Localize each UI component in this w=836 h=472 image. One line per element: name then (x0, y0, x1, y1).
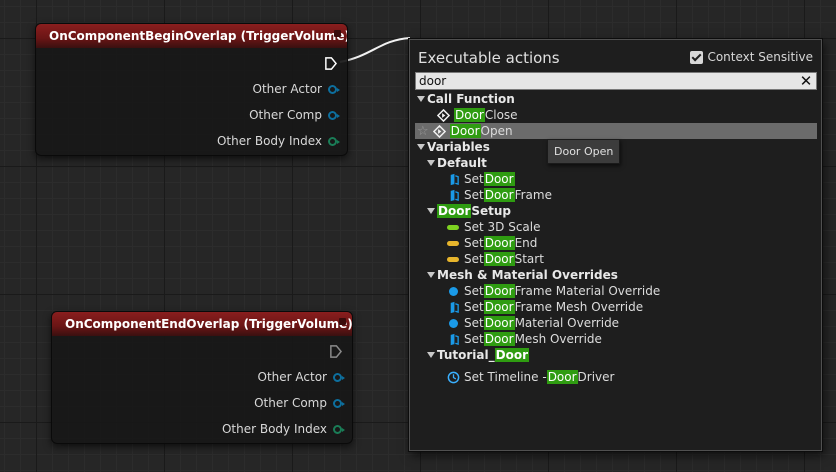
expand-triangle-icon[interactable] (417, 144, 425, 150)
category-call-function[interactable]: Call Function (415, 91, 817, 107)
vector-pill-icon (447, 256, 459, 262)
pin-other-comp[interactable]: Other Comp (254, 396, 345, 410)
pin-other-comp[interactable]: Other Comp (249, 108, 340, 122)
action-set-door-frame-material-override[interactable]: Set Door Frame Material Override (415, 283, 817, 299)
node-title: OnComponentBeginOverlap (TriggerVolume) (49, 29, 348, 43)
pin-label: Other Comp (249, 108, 322, 122)
set-actor-variable-icon (450, 333, 459, 345)
pin-other-body-index[interactable]: Other Body Index (216, 134, 340, 148)
category-tutorial-door[interactable]: Tutorial_ Door (415, 347, 817, 363)
action-set-door-frame[interactable]: Set Door Frame (415, 187, 817, 203)
action-set-door-start[interactable]: Set Door Start (415, 251, 817, 267)
action-tree[interactable]: Call Function Door Close ☆ Door Open Var… (415, 91, 817, 385)
exec-output-pin[interactable] (329, 345, 342, 358)
timeline-clock-icon (447, 371, 460, 383)
node-delegate-pin[interactable] (334, 30, 341, 37)
object-pin-icon[interactable] (328, 84, 340, 94)
favorite-star-icon[interactable]: ☆ (417, 125, 429, 138)
tooltip: Door Open (547, 139, 621, 164)
node-header[interactable]: OnComponentEndOverlap (TriggerVolume) (52, 312, 352, 336)
category-mesh-material-overrides[interactable]: Mesh & Material Overrides (415, 267, 817, 283)
context-sensitive-toggle[interactable]: Context Sensitive (690, 50, 813, 64)
set-actor-variable-icon (450, 173, 459, 185)
category-door-setup[interactable]: Door Setup (415, 203, 817, 219)
action-set-door-frame-mesh-override[interactable]: Set Door Frame Mesh Override (415, 299, 817, 315)
expand-triangle-icon[interactable] (417, 96, 425, 102)
event-node-end-overlap[interactable]: OnComponentEndOverlap (TriggerVolume) Ot… (51, 311, 353, 444)
expand-triangle-icon[interactable] (427, 272, 435, 278)
vector-pill-icon (447, 240, 459, 246)
search-box[interactable]: ✕ (415, 72, 817, 90)
pin-label: Other Comp (254, 396, 327, 410)
pin-label: Other Actor (257, 370, 327, 384)
integer-pin-icon[interactable] (333, 424, 345, 434)
context-sensitive-label: Context Sensitive (707, 50, 813, 64)
action-set-3d-scale[interactable]: Set 3D Scale (415, 219, 817, 235)
node-delegate-pin[interactable] (339, 318, 346, 325)
pin-label: Other Body Index (216, 134, 322, 148)
object-pin-icon[interactable] (333, 372, 345, 382)
expand-triangle-icon[interactable] (427, 208, 435, 214)
object-dot-icon (449, 286, 458, 296)
function-icon (432, 124, 446, 138)
action-set-door[interactable]: Set Door (415, 171, 817, 187)
object-pin-icon[interactable] (333, 398, 345, 408)
expand-triangle-icon[interactable] (427, 352, 435, 358)
object-dot-icon (449, 318, 458, 328)
set-actor-variable-icon (450, 189, 459, 201)
action-set-door-mesh-override[interactable]: Set Door Mesh Override (415, 331, 817, 347)
integer-pin-icon[interactable] (328, 136, 340, 146)
pin-other-actor[interactable]: Other Actor (257, 370, 345, 384)
action-set-door-end[interactable]: Set Door End (415, 235, 817, 251)
exec-output-pin[interactable] (324, 57, 337, 70)
expand-triangle-icon[interactable] (427, 160, 435, 166)
action-door-close[interactable]: Door Close (415, 107, 817, 123)
pin-label: Other Body Index (221, 422, 327, 436)
object-pin-icon[interactable] (328, 110, 340, 120)
menu-title: Executable actions (418, 49, 560, 67)
pin-other-body-index[interactable]: Other Body Index (221, 422, 345, 436)
action-set-timeline-door-driver[interactable]: Set Timeline - Door Driver (415, 369, 817, 385)
function-icon (437, 108, 450, 122)
executable-actions-menu[interactable]: Executable actions Context Sensitive ✕ C… (409, 39, 822, 451)
action-door-open[interactable]: ☆ Door Open (415, 123, 817, 139)
close-icon[interactable]: ✕ (798, 73, 814, 89)
search-input[interactable] (416, 73, 798, 89)
pin-label: Other Actor (252, 82, 322, 96)
node-header[interactable]: OnComponentBeginOverlap (TriggerVolume) (36, 24, 347, 48)
action-set-door-material-override[interactable]: Set Door Material Override (415, 315, 817, 331)
node-title: OnComponentEndOverlap (TriggerVolume) (65, 317, 353, 331)
bool-pill-icon (447, 224, 459, 230)
checkbox-checked-icon[interactable] (690, 50, 704, 64)
set-actor-variable-icon (450, 301, 459, 313)
event-node-begin-overlap[interactable]: OnComponentBeginOverlap (TriggerVolume) … (35, 23, 348, 156)
pin-other-actor[interactable]: Other Actor (252, 82, 340, 96)
